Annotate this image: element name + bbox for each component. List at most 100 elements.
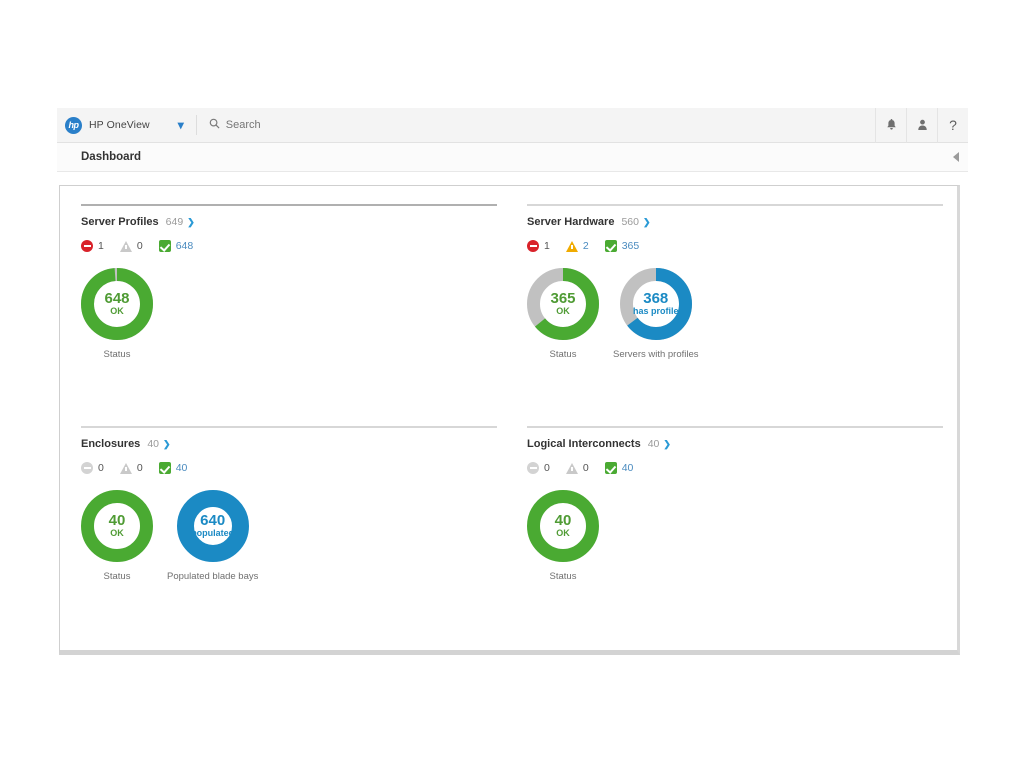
donut-ring: 648OK: [81, 268, 153, 340]
hp-logo-icon: hp: [65, 117, 82, 134]
donut-ring: 40OK: [527, 490, 599, 562]
donut-caption: Status: [550, 571, 577, 582]
donut-ring: 368has profile: [620, 268, 692, 340]
donut-caption: Populated blade bays: [167, 571, 258, 582]
user-icon[interactable]: [906, 108, 937, 143]
panel-title: Server Profiles: [81, 216, 159, 228]
status-count-critical[interactable]: 0: [81, 462, 104, 474]
panel-link-arrow-icon[interactable]: ❯: [663, 439, 671, 450]
status-count-value: 0: [98, 462, 104, 474]
critical-status-icon: [81, 240, 93, 252]
donut-chart[interactable]: 365OK Status: [527, 268, 599, 360]
app-window: hp HP OneView ▾: [57, 108, 968, 656]
status-count-warning[interactable]: 2: [566, 240, 589, 252]
search-group[interactable]: [209, 118, 875, 132]
warning-status-icon: [566, 241, 578, 252]
panel-count: 560: [621, 216, 639, 228]
status-count-warning[interactable]: 0: [120, 240, 143, 252]
panel-header: Server Hardware 560 ❯: [527, 216, 943, 228]
status-count-warning[interactable]: 0: [566, 462, 589, 474]
topbar-divider: [196, 115, 197, 135]
panel-header: Server Profiles649❯: [81, 216, 497, 228]
panel-enclosures: Enclosures 40 ❯ 0 0 40 40OK Status 640populated P…: [81, 420, 497, 642]
panel-server-hardware: Server Hardware 560 ❯ 1 2 365 365OK Status 368ha…: [527, 198, 943, 420]
page-title: Dashboard: [81, 151, 141, 163]
status-count-value: 365: [622, 240, 640, 252]
brand-label: HP OneView: [89, 119, 150, 131]
donut-row: 40OK Status: [527, 490, 943, 582]
panel-server-profiles: Server Profiles649❯ 1 0 648 648OK Status: [81, 198, 497, 420]
panel-link-arrow-icon[interactable]: ❯: [643, 217, 651, 228]
status-count-critical[interactable]: 0: [527, 462, 550, 474]
donut-chart[interactable]: 648OK Status: [81, 268, 153, 360]
status-count-value: 2: [583, 240, 589, 252]
status-count-warning[interactable]: 0: [120, 462, 143, 474]
status-count-value: 40: [622, 462, 634, 474]
help-glyph: ?: [949, 117, 957, 133]
status-count-value: 40: [176, 462, 188, 474]
status-summary-row: 0 0 40: [81, 462, 497, 474]
warning-status-icon: [120, 241, 132, 252]
donut-chart[interactable]: 40OK Status: [81, 490, 153, 582]
status-summary-row: 1 2 365: [527, 240, 943, 252]
topbar-actions: ?: [875, 108, 968, 142]
collapse-left-arrow-icon[interactable]: [953, 152, 959, 162]
status-count-ok[interactable]: 40: [159, 462, 188, 474]
critical-status-icon: [81, 462, 93, 474]
status-count-ok[interactable]: 648: [159, 240, 194, 252]
panel-header: Enclosures 40 ❯: [81, 438, 497, 450]
panel-count: 40: [648, 438, 660, 450]
panel-title: Logical Interconnects: [527, 438, 641, 450]
ok-status-icon: [159, 240, 171, 252]
panel-title: Server Hardware: [527, 216, 614, 228]
status-count-value: 0: [544, 462, 550, 474]
donut-caption: Status: [550, 349, 577, 360]
search-icon: [209, 118, 220, 132]
panel-header: Logical Interconnects 40❯: [527, 438, 943, 450]
donut-caption: Status: [104, 349, 131, 360]
chevron-down-icon[interactable]: ▾: [178, 119, 184, 131]
panel-divider: [527, 426, 943, 428]
donut-chart[interactable]: 640populated Populated blade bays: [167, 490, 258, 582]
brand-group[interactable]: hp HP OneView ▾: [57, 117, 184, 134]
panel-title: Enclosures: [81, 438, 140, 450]
status-count-value: 0: [137, 462, 143, 474]
status-count-ok[interactable]: 40: [605, 462, 634, 474]
status-count-value: 648: [176, 240, 194, 252]
help-icon[interactable]: ?: [937, 108, 968, 143]
status-count-value: 1: [544, 240, 550, 252]
panel-count: 40: [147, 438, 159, 450]
status-count-ok[interactable]: 365: [605, 240, 640, 252]
donut-caption: Status: [104, 571, 131, 582]
donut-ring: 365OK: [527, 268, 599, 340]
bell-icon[interactable]: [875, 108, 906, 143]
ok-status-icon: [605, 240, 617, 252]
ok-status-icon: [605, 462, 617, 474]
status-count-critical[interactable]: 1: [81, 240, 104, 252]
warning-status-icon: [120, 463, 132, 474]
page-title-bar: Dashboard: [57, 143, 968, 172]
donut-caption: Servers with profiles: [613, 349, 699, 360]
panel-link-arrow-icon[interactable]: ❯: [187, 217, 195, 228]
panel-logical-interconnects: Logical Interconnects40❯004040OKStatus: [527, 420, 943, 642]
panel-divider: [81, 426, 497, 428]
donut-row: 648OK Status: [81, 268, 497, 360]
search-input[interactable]: [226, 119, 426, 131]
donut-ring: 40OK: [81, 490, 153, 562]
dashboard-grid: Server Profiles649❯10648648OKStatusServe…: [81, 198, 943, 642]
donut-row: 40OK Status 640populated Populated blade ba…: [81, 490, 497, 582]
status-summary-row: 1 0 648: [81, 240, 497, 252]
critical-status-icon: [527, 240, 539, 252]
panel-link-arrow-icon[interactable]: ❯: [163, 439, 171, 450]
panel-divider: [527, 204, 943, 206]
donut-chart[interactable]: 40OK Status: [527, 490, 599, 582]
status-count-value: 0: [137, 240, 143, 252]
hp-logo-text: hp: [69, 120, 79, 130]
donut-ring: 640populated: [177, 490, 249, 562]
status-count-critical[interactable]: 1: [527, 240, 550, 252]
panel-divider: [81, 204, 497, 206]
donut-row: 365OK Status 368has profile Servers with pr…: [527, 268, 943, 360]
dashboard-frame: Server Profiles649❯10648648OKStatusServe…: [59, 185, 960, 655]
status-count-value: 0: [583, 462, 589, 474]
donut-chart[interactable]: 368has profile Servers with profiles: [613, 268, 699, 360]
